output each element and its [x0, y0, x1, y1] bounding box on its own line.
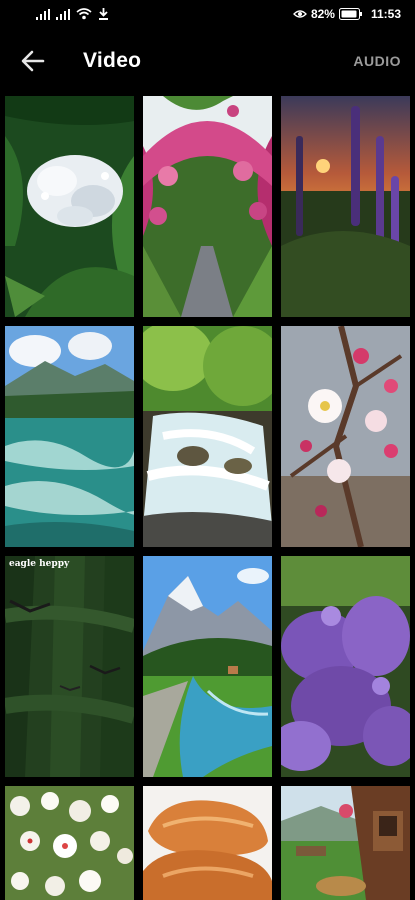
- status-left-icons: [36, 8, 109, 20]
- video-preview-image: [5, 556, 134, 777]
- download-icon: [99, 8, 108, 20]
- video-preview-image: [143, 556, 272, 777]
- signal-icon: [36, 8, 50, 20]
- video-preview-image: [281, 96, 410, 317]
- wifi-icon: [76, 8, 92, 20]
- app-bar: Video AUDIO: [0, 30, 415, 92]
- video-thumbnail[interactable]: [143, 786, 272, 900]
- video-preview-image: [5, 96, 134, 317]
- video-thumbnail[interactable]: [5, 326, 134, 547]
- video-thumbnail[interactable]: eagle heppy: [5, 556, 134, 777]
- video-thumbnail[interactable]: [281, 786, 410, 900]
- video-thumbnail[interactable]: [281, 326, 410, 547]
- page-title: Video: [83, 49, 142, 72]
- video-preview-image: [281, 786, 410, 900]
- status-time: 11:53: [370, 7, 401, 21]
- signal-icon: [56, 8, 70, 20]
- video-thumbnail[interactable]: [281, 556, 410, 777]
- video-thumbnail[interactable]: [143, 96, 272, 317]
- video-preview-image: [5, 786, 134, 900]
- video-preview-image: [143, 786, 272, 900]
- audio-button[interactable]: AUDIO: [353, 53, 401, 69]
- video-preview-image: [281, 556, 410, 777]
- battery-icon: [338, 8, 362, 20]
- video-preview-image: [281, 326, 410, 547]
- video-preview-image: [143, 96, 272, 317]
- status-right-icons: 82% 11:53: [293, 7, 401, 21]
- video-thumbnail[interactable]: [5, 786, 134, 900]
- video-thumbnail[interactable]: [5, 96, 134, 317]
- video-caption: eagle heppy: [9, 559, 70, 569]
- video-preview-image: [143, 326, 272, 547]
- battery-percent: 82%: [310, 7, 335, 21]
- video-preview-image: [5, 326, 134, 547]
- video-thumbnail[interactable]: [281, 96, 410, 317]
- eye-icon: [293, 10, 307, 18]
- status-bar: 82% 11:53: [0, 0, 415, 30]
- video-thumbnail[interactable]: [143, 556, 272, 777]
- arrow-left-icon[interactable]: [20, 48, 46, 74]
- video-thumbnail[interactable]: [143, 326, 272, 547]
